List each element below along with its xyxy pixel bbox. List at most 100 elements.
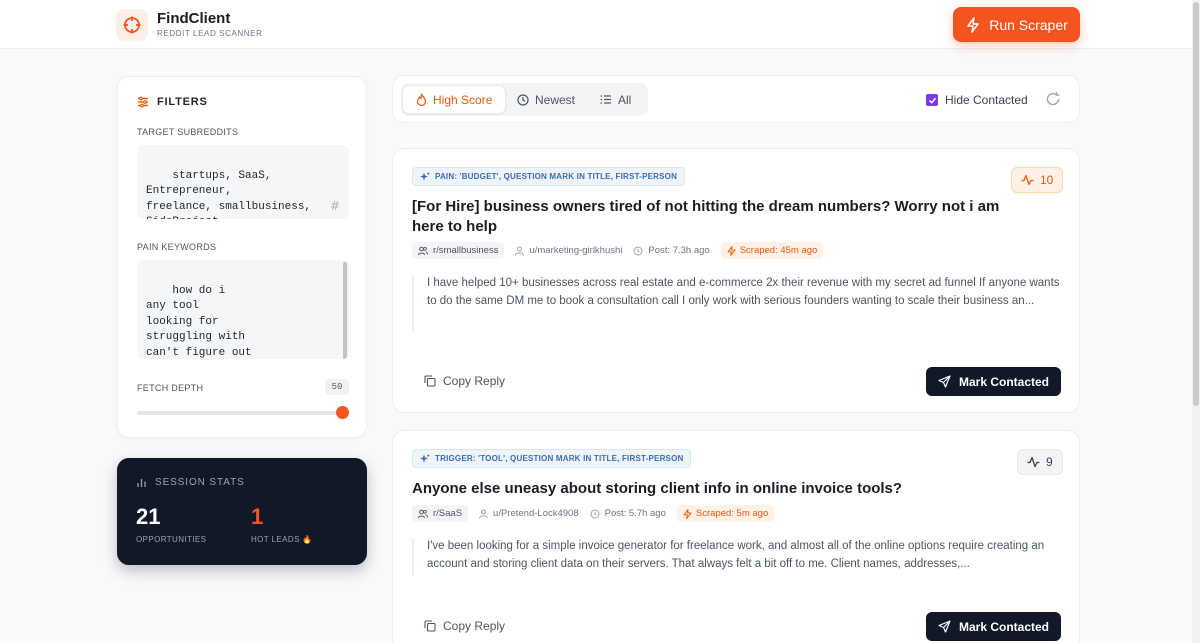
hot-leads-count: 1 xyxy=(251,504,264,529)
check-icon xyxy=(928,97,936,104)
clock-icon xyxy=(590,509,600,518)
post-age: Post: 7.3h ago xyxy=(633,245,710,256)
subreddit-chip[interactable]: r/SaaS xyxy=(412,505,469,522)
sort-tabs: High Score Newest All xyxy=(401,83,648,116)
copy-icon xyxy=(424,375,436,387)
copy-icon xyxy=(424,620,436,632)
author-name: u/Pretend-Lock4908 xyxy=(493,508,579,519)
filters-title: FILTERS xyxy=(157,96,208,108)
post-age: Post: 5.7h ago xyxy=(590,508,666,519)
copy-reply-button[interactable]: Copy Reply xyxy=(424,374,505,388)
refresh-button[interactable] xyxy=(1045,91,1061,112)
users-icon xyxy=(418,509,428,518)
subreddit-chip[interactable]: r/smallbusiness xyxy=(412,242,505,259)
sparkle-icon xyxy=(420,454,430,462)
scraped-badge: Scraped: 45m ago xyxy=(720,242,824,259)
send-icon xyxy=(938,375,951,388)
keywords-textarea[interactable]: how do i any tool looking for struggling… xyxy=(137,260,349,359)
scraped-badge: Scraped: 5m ago xyxy=(676,505,775,522)
lead-body: I've been looking for a simple invoice g… xyxy=(412,538,1062,576)
copy-reply-label: Copy Reply xyxy=(443,619,506,633)
lead-score-value: 9 xyxy=(1046,455,1053,469)
session-stats-heading: SESSION STATS xyxy=(136,477,245,488)
tab-newest[interactable]: Newest xyxy=(504,85,588,114)
lead-score-badge: 10 xyxy=(1011,167,1064,193)
session-stats-title: SESSION STATS xyxy=(155,477,245,488)
send-icon xyxy=(938,620,951,633)
list-icon xyxy=(600,95,611,104)
activity-icon xyxy=(1021,174,1034,186)
scraped-text: Scraped: 45m ago xyxy=(739,245,818,256)
bar-chart-icon xyxy=(137,479,146,487)
lightning-icon xyxy=(967,16,979,33)
keywords-scrollbar[interactable] xyxy=(343,262,347,359)
scraped-text: Scraped: 5m ago xyxy=(695,508,769,519)
lead-signal-tag: TRIGGER: 'TOOL', QUESTION MARK IN TITLE,… xyxy=(412,449,692,468)
subreddits-label: TARGET SUBREDDITS xyxy=(137,127,239,137)
tab-all-label: All xyxy=(618,92,632,107)
keywords-label: PAIN KEYWORDS xyxy=(137,242,217,252)
lightning-icon xyxy=(727,245,736,256)
lead-meta: r/SaaS u/Pretend-Lock4908 Post: 5.7h ago… xyxy=(412,505,775,522)
run-scraper-label: Run Scraper xyxy=(989,16,1068,33)
user-icon xyxy=(479,509,489,519)
hide-contacted-toggle[interactable]: Hide Contacted xyxy=(926,93,1028,107)
app-title: FindClient xyxy=(157,10,231,27)
fetch-depth-value: 50 xyxy=(325,379,349,395)
author[interactable]: u/marketing-girlkhushi xyxy=(515,245,622,256)
copy-reply-button[interactable]: Copy Reply xyxy=(424,619,505,633)
hide-contacted-label: Hide Contacted xyxy=(945,93,1028,107)
clock-icon xyxy=(517,93,529,106)
subreddit-name: r/smallbusiness xyxy=(433,245,499,256)
opportunities-label: OPPORTUNITIES xyxy=(136,535,207,544)
keywords-value: how do i any tool looking for struggling… xyxy=(146,284,252,359)
scrollbar-thumb[interactable] xyxy=(1193,2,1199,406)
lead-signal-text: TRIGGER: 'TOOL', QUESTION MARK IN TITLE,… xyxy=(435,454,684,463)
opportunities-count: 21 xyxy=(136,504,161,529)
lead-title[interactable]: [For Hire] business owners tired of not … xyxy=(412,197,1002,236)
app-logo xyxy=(116,9,148,41)
post-age-text: Post: 7.3h ago xyxy=(648,245,710,256)
filters-panel: FILTERS TARGET SUBREDDITS startups, SaaS… xyxy=(117,76,367,438)
crosshair-icon xyxy=(123,16,141,34)
lead-title[interactable]: Anyone else uneasy about storing client … xyxy=(412,479,1002,499)
subreddits-textarea[interactable]: startups, SaaS, Entrepreneur, freelance,… xyxy=(137,145,349,219)
clock-icon xyxy=(633,246,643,255)
mark-contacted-button[interactable]: Mark Contacted xyxy=(926,367,1061,396)
copy-reply-label: Copy Reply xyxy=(443,374,506,388)
fetch-depth-label: FETCH DEPTH xyxy=(137,383,204,393)
page-scrollbar[interactable] xyxy=(1192,0,1200,643)
sliders-icon xyxy=(138,96,148,108)
tab-high-score-label: High Score xyxy=(433,92,493,107)
activity-icon xyxy=(1027,456,1040,468)
lead-meta: r/smallbusiness u/marketing-girlkhushi P… xyxy=(412,242,824,259)
tab-high-score[interactable]: High Score xyxy=(402,85,507,114)
fetch-depth-slider[interactable] xyxy=(137,411,342,415)
lead-score-badge: 9 xyxy=(1017,449,1063,475)
flame-icon xyxy=(416,93,427,106)
run-scraper-button[interactable]: Run Scraper xyxy=(953,7,1080,42)
users-icon xyxy=(418,246,428,255)
subreddit-name: r/SaaS xyxy=(433,508,463,519)
mark-contacted-button[interactable]: Mark Contacted xyxy=(926,612,1061,641)
mark-contacted-label: Mark Contacted xyxy=(958,374,1050,389)
author[interactable]: u/Pretend-Lock4908 xyxy=(479,508,579,519)
author-name: u/marketing-girlkhushi xyxy=(529,245,623,256)
lead-card: PAIN: 'BUDGET', QUESTION MARK IN TITLE, … xyxy=(392,148,1080,413)
hide-contacted-checkbox[interactable] xyxy=(926,94,938,106)
subreddits-value: startups, SaaS, Entrepreneur, freelance,… xyxy=(146,169,312,220)
lead-card: TRIGGER: 'TOOL', QUESTION MARK IN TITLE,… xyxy=(392,430,1080,643)
fetch-depth-slider-thumb[interactable] xyxy=(335,406,349,419)
sparkle-icon xyxy=(420,172,430,180)
sort-toolbar: High Score Newest All Hide Contacted xyxy=(392,75,1080,123)
lightning-icon xyxy=(683,508,692,519)
lead-signal-text: PAIN: 'BUDGET', QUESTION MARK IN TITLE, … xyxy=(435,172,678,181)
refresh-icon xyxy=(1046,92,1060,106)
tab-all[interactable]: All xyxy=(587,85,644,114)
post-age-text: Post: 5.7h ago xyxy=(604,508,666,519)
lead-score-value: 10 xyxy=(1040,173,1054,187)
hash-icon: # xyxy=(329,198,340,213)
app-header: FindClient REDDIT LEAD SCANNER Run Scrap… xyxy=(0,0,1200,49)
tab-newest-label: Newest xyxy=(535,92,576,107)
lead-signal-tag: PAIN: 'BUDGET', QUESTION MARK IN TITLE, … xyxy=(412,167,686,186)
